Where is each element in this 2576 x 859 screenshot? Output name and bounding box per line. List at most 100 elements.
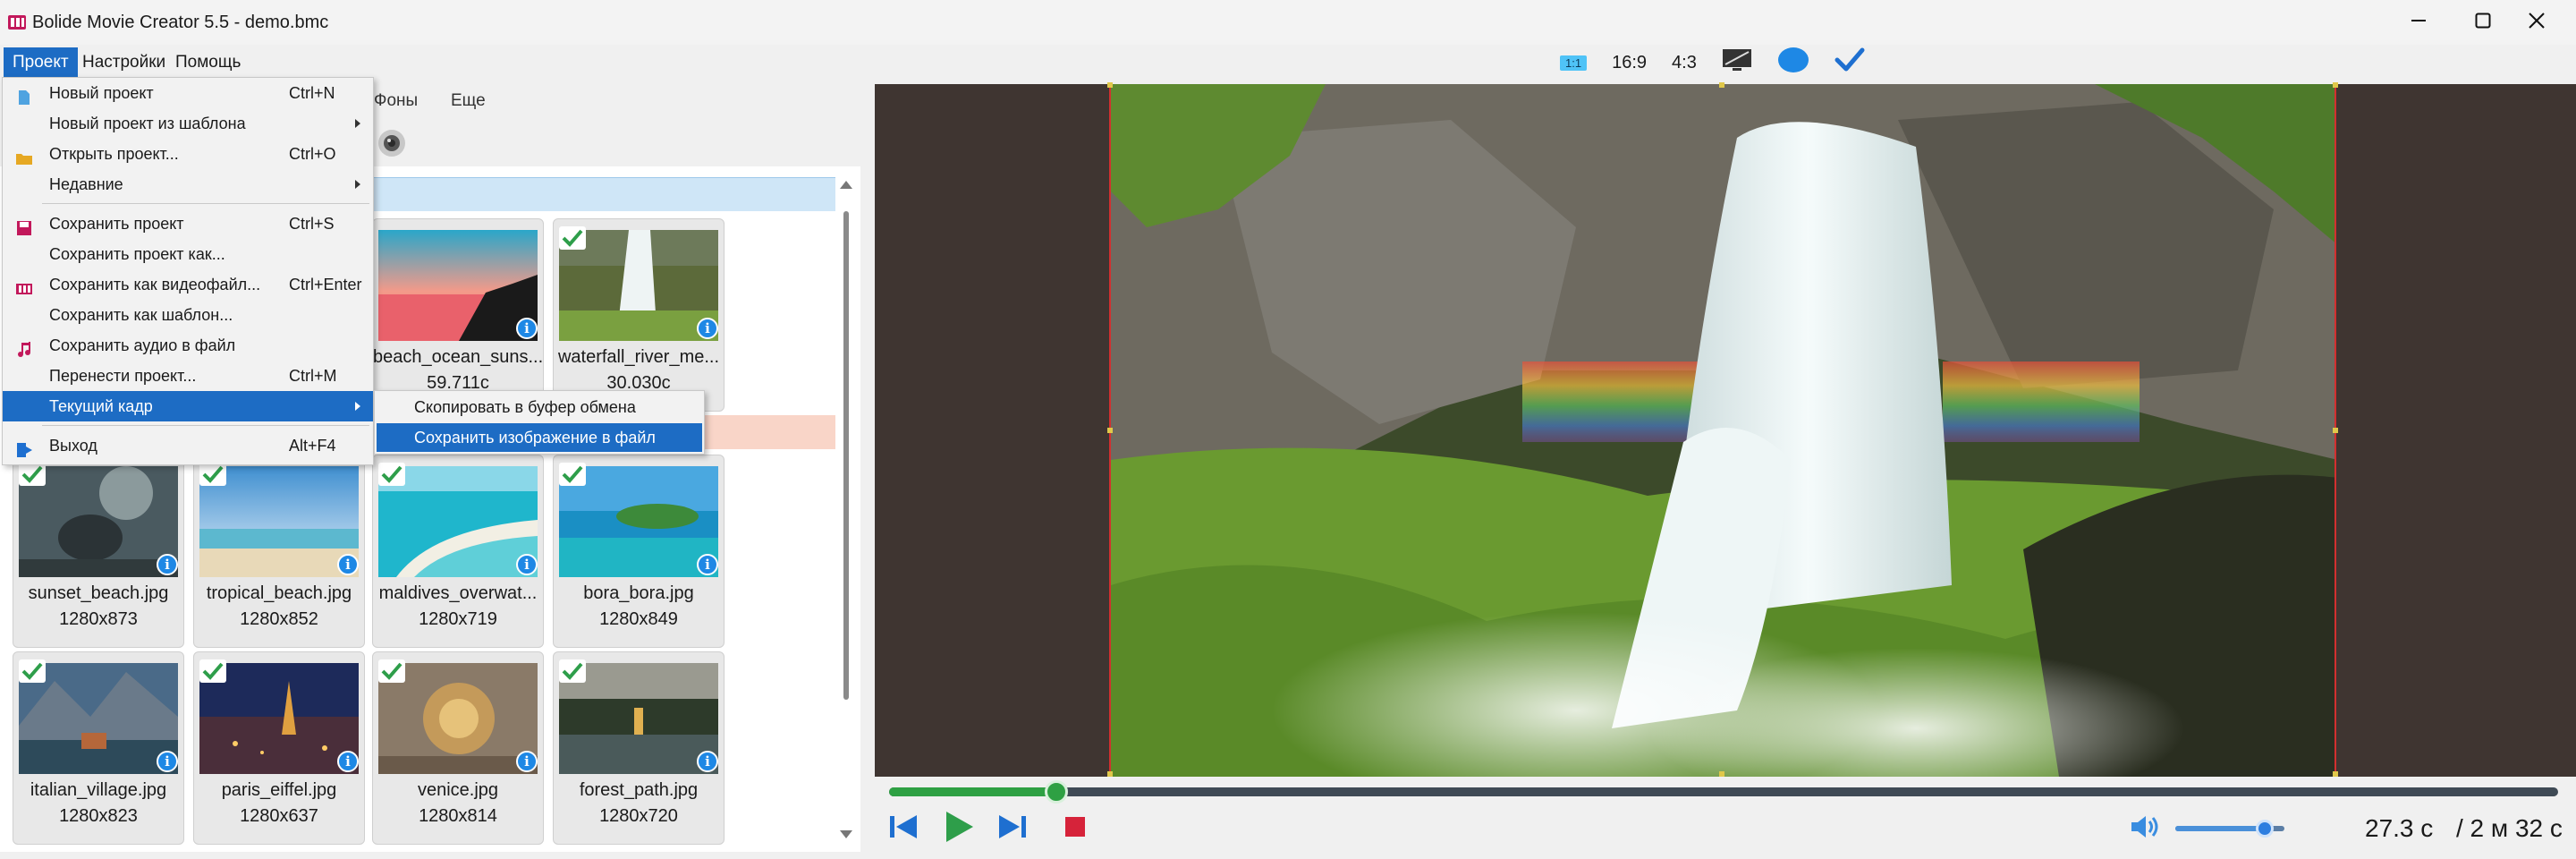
menu-item-move-project[interactable]: Перенести проект... Ctrl+M — [3, 361, 373, 391]
media-size: 1280x873 — [59, 609, 138, 629]
media-item[interactable]: i tropical_beach.jpg 1280x852 — [193, 455, 365, 648]
aspect-1-1-button[interactable]: 1:1 — [1560, 55, 1588, 71]
resize-handle[interactable] — [1107, 82, 1113, 88]
info-icon[interactable]: i — [697, 318, 718, 339]
library-scrollbar[interactable] — [837, 179, 855, 841]
info-icon[interactable]: i — [516, 318, 538, 339]
scroll-up-arrow-icon[interactable] — [840, 181, 852, 189]
media-item[interactable]: i sunset_beach.jpg 1280x873 — [13, 455, 184, 648]
fullscreen-button[interactable] — [1722, 48, 1752, 77]
checkmark-icon[interactable] — [199, 463, 226, 486]
menu-item-save-audio[interactable]: Сохранить аудио в файл — [3, 330, 373, 361]
checkmark-icon[interactable] — [559, 226, 586, 250]
media-item[interactable]: i forest_path.jpg 1280x720 — [553, 651, 724, 845]
info-icon[interactable]: i — [157, 554, 178, 575]
tab-backgrounds[interactable]: Фоны — [374, 91, 418, 111]
resize-handle[interactable] — [1719, 771, 1724, 777]
scrollbar-thumb[interactable] — [843, 211, 849, 700]
checkmark-icon[interactable] — [19, 463, 46, 486]
progress-fill — [889, 787, 1056, 796]
info-icon[interactable]: i — [516, 554, 538, 575]
save-icon — [15, 216, 33, 235]
info-icon[interactable]: i — [157, 751, 178, 772]
current-time: 27.3 с — [2365, 814, 2434, 842]
volume-slider[interactable] — [2175, 820, 2284, 838]
menu-item-save-project[interactable]: Сохранить проект Ctrl+S — [3, 208, 373, 239]
media-item[interactable]: i waterfall_river_me... 30.030c — [553, 218, 724, 412]
media-name: waterfall_river_me... — [557, 347, 720, 367]
menu-item-save-as-video[interactable]: Сохранить как видеофайл... Ctrl+Enter — [3, 269, 373, 300]
menu-item-new-project[interactable]: Новый проект Ctrl+N — [3, 78, 373, 108]
menu-item-new-from-template[interactable]: Новый проект из шаблона — [3, 108, 373, 139]
aspect-4-3-button[interactable]: 4:3 — [1672, 53, 1697, 73]
info-icon[interactable]: i — [337, 751, 359, 772]
menu-item-current-frame[interactable]: Текущий кадр — [3, 391, 373, 421]
menu-item-save-project-as[interactable]: Сохранить проект как... — [3, 239, 373, 269]
stop-button[interactable] — [1057, 811, 1093, 846]
checkmark-icon[interactable] — [559, 659, 586, 683]
checkmark-icon[interactable] — [378, 463, 405, 486]
submenu-arrow-icon — [355, 119, 360, 128]
media-name: beach_ocean_suns... — [373, 347, 543, 367]
exit-icon — [15, 438, 33, 457]
checkmark-icon[interactable] — [559, 463, 586, 486]
media-item[interactable]: i maldives_overwat... 1280x719 — [372, 455, 544, 648]
menu-item-save-as-template[interactable]: Сохранить как шаблон... — [3, 300, 373, 330]
resize-handle[interactable] — [2333, 82, 2338, 88]
blue-circle-icon — [1777, 47, 1809, 79]
info-icon[interactable]: i — [337, 554, 359, 575]
play-button[interactable] — [941, 811, 977, 846]
resize-handle[interactable] — [1107, 428, 1113, 433]
resize-handle[interactable] — [2333, 771, 2338, 777]
video-preview[interactable] — [875, 82, 2576, 777]
info-icon[interactable]: i — [697, 751, 718, 772]
submenu-arrow-icon — [355, 180, 360, 189]
media-size: 1280x823 — [59, 806, 138, 826]
resize-handle[interactable] — [2333, 428, 2338, 433]
checkmark-icon[interactable] — [199, 659, 226, 683]
resize-handle[interactable] — [1107, 771, 1113, 777]
previous-button[interactable] — [886, 811, 921, 846]
timeline-progress-bar[interactable] — [889, 780, 2558, 804]
info-icon[interactable]: i — [697, 554, 718, 575]
scroll-down-arrow-icon[interactable] — [840, 830, 852, 838]
checkmark-icon[interactable] — [378, 659, 405, 683]
volume-knob[interactable] — [2256, 820, 2275, 838]
close-icon — [2529, 12, 2545, 33]
media-name: tropical_beach.jpg — [206, 583, 352, 603]
mute-button[interactable] — [2127, 811, 2163, 846]
media-size: 1280x637 — [240, 806, 318, 826]
menu-project[interactable]: Проект — [4, 47, 78, 78]
media-item[interactable]: i beach_ocean_suns... 59.711c — [372, 218, 544, 412]
menu-settings[interactable]: Настройки — [73, 47, 174, 78]
menu-item-open-project[interactable]: Открыть проект... Ctrl+O — [3, 139, 373, 169]
background-color-button[interactable] — [1777, 47, 1809, 79]
media-item[interactable]: i italian_village.jpg 1280x823 — [13, 651, 184, 845]
media-size: 1280x849 — [599, 609, 678, 629]
media-name: bora_bora.jpg — [583, 583, 694, 603]
aspect-16-9-button[interactable]: 16:9 — [1612, 53, 1647, 73]
project-menu-dropdown: Новый проект Ctrl+N Новый проект из шабл… — [2, 77, 374, 465]
menu-item-save-image-to-file[interactable]: Сохранить изображение в файл — [377, 423, 702, 452]
tab-more[interactable]: Еще — [451, 91, 486, 111]
next-button[interactable] — [995, 811, 1030, 846]
info-icon[interactable]: i — [516, 751, 538, 772]
apply-button[interactable] — [1835, 47, 1865, 78]
maximize-icon — [2475, 13, 2491, 33]
progress-knob[interactable] — [1044, 780, 1068, 804]
close-button[interactable] — [2497, 0, 2576, 45]
media-item[interactable]: i venice.jpg 1280x814 — [372, 651, 544, 845]
media-item[interactable]: i bora_bora.jpg 1280x849 — [553, 455, 724, 648]
menu-item-exit[interactable]: Выход Alt+F4 — [3, 430, 373, 461]
checkmark-icon[interactable] — [19, 659, 46, 683]
folder-icon — [15, 146, 33, 165]
media-name: paris_eiffel.jpg — [221, 780, 337, 800]
resize-handle[interactable] — [1719, 82, 1724, 88]
new-file-icon — [15, 85, 33, 105]
menu-help[interactable]: Помощь — [166, 47, 250, 78]
menu-item-recent[interactable]: Недавние — [3, 169, 373, 200]
webcam-icon[interactable] — [374, 127, 410, 164]
media-name: forest_path.jpg — [579, 780, 699, 800]
media-item[interactable]: i paris_eiffel.jpg 1280x637 — [193, 651, 365, 845]
menu-item-copy-to-clipboard[interactable]: Скопировать в буфер обмена — [377, 393, 702, 421]
